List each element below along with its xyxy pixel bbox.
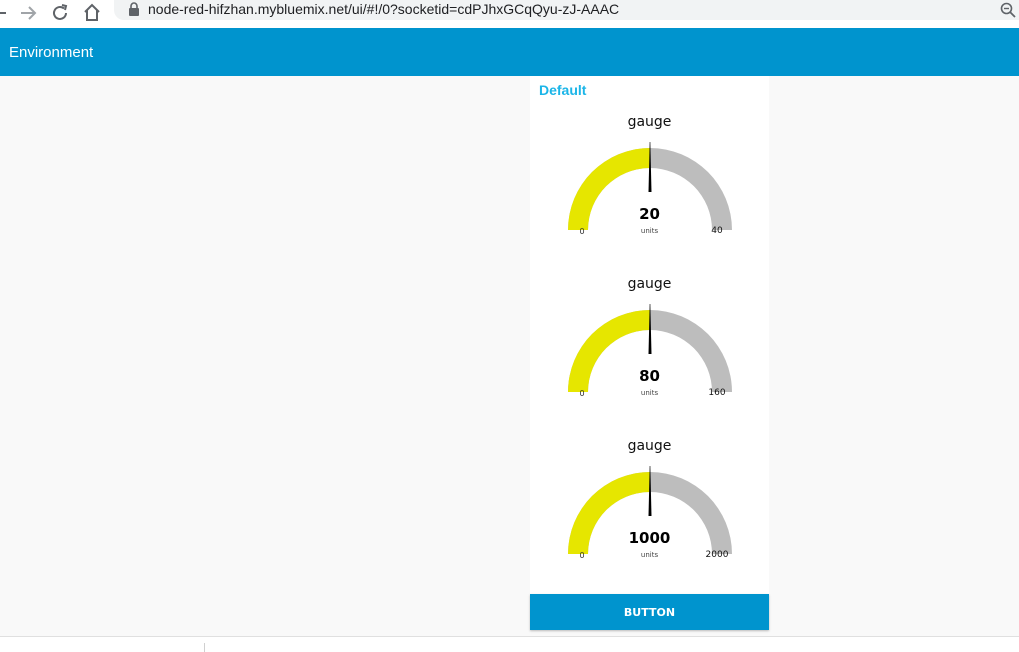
dashboard-button[interactable]: BUTTON bbox=[530, 594, 769, 630]
gauge-max-label: 40 bbox=[711, 226, 723, 236]
address-url[interactable]: node-red-hifzhan.mybluemix.net/ui/#!/0?s… bbox=[148, 1, 619, 17]
home-icon[interactable] bbox=[81, 2, 103, 24]
gauge-widget: gauge 1000 units 0 2000 bbox=[530, 438, 769, 588]
gauge-title: gauge bbox=[627, 276, 672, 292]
gauge-value: 80 bbox=[639, 367, 660, 385]
gauge-units: units bbox=[640, 389, 659, 397]
gauge-max-label: 2000 bbox=[705, 550, 729, 560]
reload-icon[interactable] bbox=[49, 2, 71, 24]
gauge-value: 1000 bbox=[628, 529, 671, 547]
browser-toolbar: node-red-hifzhan.mybluemix.net/ui/#!/0?s… bbox=[0, 0, 1019, 29]
gauge-min-label: 0 bbox=[579, 389, 585, 398]
group-card: Default gauge 20 units 0 40 gauge 80 uni… bbox=[530, 76, 769, 594]
group-title: Default bbox=[539, 82, 587, 98]
divider bbox=[204, 643, 205, 652]
gauge-units: units bbox=[640, 551, 659, 559]
bottom-panel bbox=[0, 637, 1019, 652]
address-bar[interactable]: node-red-hifzhan.mybluemix.net/ui/#!/0?s… bbox=[114, 0, 1019, 20]
page-title: Environment bbox=[9, 44, 94, 61]
zoom-icon[interactable] bbox=[999, 1, 1017, 19]
back-icon[interactable] bbox=[0, 2, 18, 24]
app-toolbar: Environment bbox=[0, 28, 1019, 76]
gauge-min-label: 0 bbox=[579, 227, 585, 236]
gauge-max-label: 160 bbox=[708, 388, 726, 398]
lock-icon bbox=[128, 2, 140, 16]
gauge-widget: gauge 80 units 0 160 bbox=[530, 276, 769, 426]
gauge-min-label: 0 bbox=[579, 551, 585, 560]
gauge-units: units bbox=[640, 227, 659, 235]
gauge-value: 20 bbox=[639, 205, 660, 223]
gauge-widget: gauge 20 units 0 40 bbox=[530, 114, 769, 264]
forward-icon[interactable] bbox=[18, 2, 40, 24]
gauge-title: gauge bbox=[627, 438, 672, 454]
gauge-title: gauge bbox=[627, 114, 672, 130]
